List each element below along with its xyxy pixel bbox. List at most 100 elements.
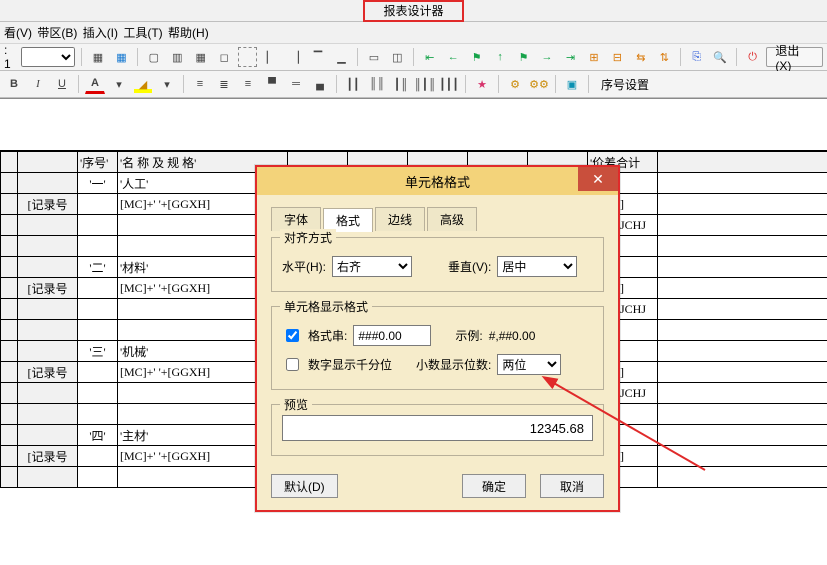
- grid-cell[interactable]: [1, 341, 18, 362]
- default-button[interactable]: 默认(D): [271, 474, 338, 498]
- row-mark-cell[interactable]: [18, 467, 78, 488]
- menu-insert[interactable]: 插入(I): [83, 22, 118, 44]
- align-middle-icon[interactable]: ═: [286, 74, 306, 94]
- grid-cell[interactable]: [658, 320, 827, 341]
- grid-cell[interactable]: [1, 383, 18, 404]
- border-inner-icon[interactable]: ▥: [168, 47, 187, 67]
- grid-dense-icon[interactable]: ▦: [112, 47, 131, 67]
- border-right-icon[interactable]: ▕: [285, 47, 304, 67]
- barcode3-icon[interactable]: ┃║: [391, 74, 411, 94]
- zoom-select[interactable]: [21, 47, 75, 67]
- row-mark-cell[interactable]: [18, 215, 78, 236]
- split-icon[interactable]: ◫: [388, 47, 407, 67]
- align-bottom-icon[interactable]: ▄: [310, 74, 330, 94]
- bold-button[interactable]: B: [4, 74, 24, 94]
- ok-button[interactable]: 确定: [462, 474, 526, 498]
- gears-icon[interactable]: ⚙⚙: [529, 74, 549, 94]
- align-center-icon[interactable]: ≣: [214, 74, 234, 94]
- border-bottom-icon[interactable]: ▁: [332, 47, 351, 67]
- grid-cell[interactable]: [658, 425, 827, 446]
- grid-cell[interactable]: [658, 467, 827, 488]
- align-left-icon[interactable]: ≡: [190, 74, 210, 94]
- row-mark-cell[interactable]: [记录号: [18, 194, 78, 215]
- grid-cell[interactable]: [78, 362, 118, 383]
- search-icon[interactable]: 🔍: [710, 47, 729, 67]
- grid-cell[interactable]: [1, 194, 18, 215]
- grid-cell[interactable]: [78, 194, 118, 215]
- insert-row-icon[interactable]: ⊞: [584, 47, 603, 67]
- grid-cell[interactable]: [658, 362, 827, 383]
- grid-cell[interactable]: [1, 404, 18, 425]
- border-all-icon[interactable]: ▦: [191, 47, 210, 67]
- barcode4-icon[interactable]: ║┃║: [415, 74, 435, 94]
- menu-help[interactable]: 帮助(H): [168, 22, 209, 44]
- grid-cell[interactable]: [1, 299, 18, 320]
- row-mark-cell[interactable]: [18, 257, 78, 278]
- italic-button[interactable]: I: [28, 74, 48, 94]
- row-mark-cell[interactable]: [18, 173, 78, 194]
- grid-cell[interactable]: [1, 236, 18, 257]
- tab-font[interactable]: 字体: [271, 207, 321, 231]
- menu-tools[interactable]: 工具(T): [123, 22, 162, 44]
- grid-cell[interactable]: [658, 383, 827, 404]
- nav-last-icon[interactable]: ⇥: [561, 47, 580, 67]
- tab-advanced[interactable]: 高级: [427, 207, 477, 231]
- border-top-icon[interactable]: ▔: [308, 47, 327, 67]
- menu-band[interactable]: 带区(B): [37, 22, 77, 44]
- insert-col-icon[interactable]: ⊟: [608, 47, 627, 67]
- grid-cell[interactable]: [658, 173, 827, 194]
- nav-flag1-icon[interactable]: ⚑: [467, 47, 486, 67]
- row-mark-cell[interactable]: [18, 299, 78, 320]
- row-mark-cell[interactable]: [记录号: [18, 278, 78, 299]
- v-align-select[interactable]: 顶端居中底端: [497, 256, 577, 277]
- grid-cell[interactable]: [78, 404, 118, 425]
- close-button[interactable]: ✕: [578, 167, 618, 191]
- row-mark-cell[interactable]: [18, 383, 78, 404]
- underline-button[interactable]: U: [52, 74, 72, 94]
- grid-cell[interactable]: [658, 341, 827, 362]
- grid-cell[interactable]: [78, 383, 118, 404]
- chevron-down-icon[interactable]: ▾: [109, 74, 129, 94]
- grid-cell[interactable]: [1, 467, 18, 488]
- grid-cell[interactable]: [658, 236, 827, 257]
- decimals-select[interactable]: 零位一位两位三位四位: [497, 354, 561, 375]
- row-mark-cell[interactable]: [18, 320, 78, 341]
- grid-cell[interactable]: [1, 362, 18, 383]
- grid-cell[interactable]: [658, 257, 827, 278]
- dist-v-icon[interactable]: ⇅: [655, 47, 674, 67]
- grid-icon[interactable]: ▦: [88, 47, 107, 67]
- row-mark-cell[interactable]: [记录号: [18, 362, 78, 383]
- grid-cell[interactable]: [78, 299, 118, 320]
- cancel-button[interactable]: 取消: [540, 474, 604, 498]
- grid-cell[interactable]: [1, 257, 18, 278]
- nav-first-icon[interactable]: ⇤: [420, 47, 439, 67]
- grid-cell[interactable]: [78, 215, 118, 236]
- fill-color-button[interactable]: ◢: [133, 74, 153, 94]
- row-mark-cell[interactable]: [18, 425, 78, 446]
- nav-prev-icon[interactable]: ←: [444, 47, 463, 67]
- grid-cell[interactable]: [658, 194, 827, 215]
- format-string-checkbox[interactable]: [286, 329, 299, 342]
- align-top-icon[interactable]: ▀: [262, 74, 282, 94]
- exit-button[interactable]: 退出(X): [766, 47, 823, 67]
- menu-view[interactable]: 看(V): [4, 22, 32, 44]
- row-mark-cell[interactable]: [18, 341, 78, 362]
- grid-cell[interactable]: [1, 278, 18, 299]
- grid-cell[interactable]: [658, 299, 827, 320]
- grid-cell[interactable]: [658, 404, 827, 425]
- barcode2-icon[interactable]: ║║: [367, 74, 387, 94]
- grid-cell[interactable]: [658, 446, 827, 467]
- barcode5-icon[interactable]: ┃┃┃: [439, 74, 459, 94]
- format-string-input[interactable]: [353, 325, 431, 346]
- grid-cell[interactable]: '一': [78, 173, 118, 194]
- grid-cell[interactable]: [78, 467, 118, 488]
- sequence-settings-button[interactable]: 序号设置: [595, 76, 655, 93]
- grid-cell[interactable]: [78, 320, 118, 341]
- nav-next-icon[interactable]: →: [537, 47, 556, 67]
- tab-border[interactable]: 边线: [375, 207, 425, 231]
- row-handle[interactable]: [1, 152, 18, 173]
- nav-flag2-icon[interactable]: ⚑: [514, 47, 533, 67]
- gear-icon[interactable]: ⚙: [505, 74, 525, 94]
- border-left-icon[interactable]: ▏: [261, 47, 280, 67]
- align-right-icon[interactable]: ≡: [238, 74, 258, 94]
